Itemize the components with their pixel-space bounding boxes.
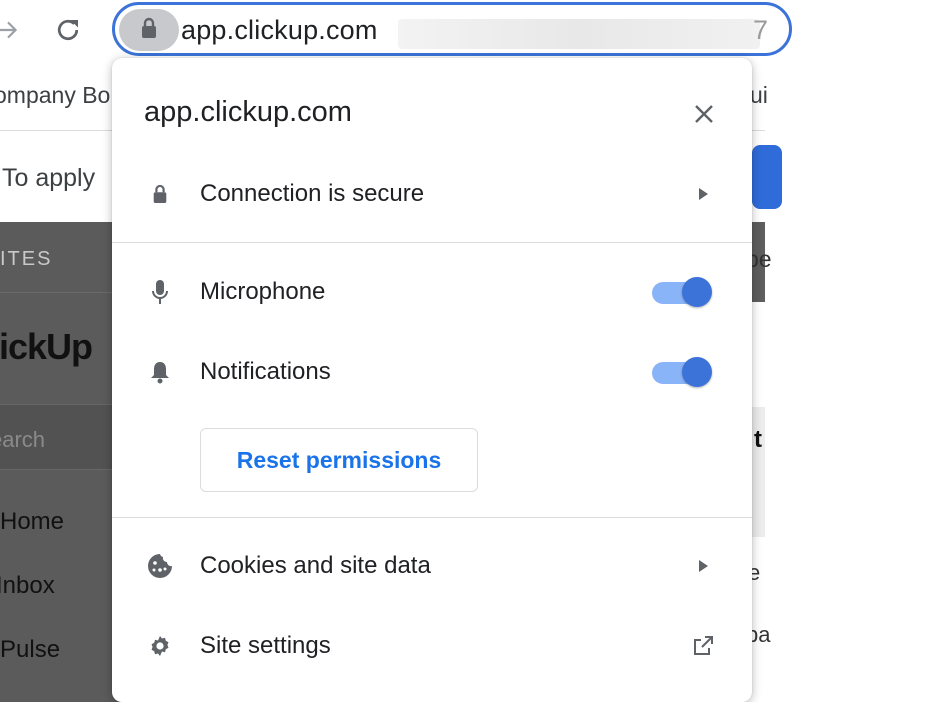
app-logo: lickUp	[0, 326, 93, 367]
site-settings-row[interactable]: Site settings	[112, 614, 752, 678]
browser-toolbar: app.clickup.com 7	[0, 0, 792, 62]
page-fragment-text: t	[754, 426, 762, 453]
bell-icon	[146, 358, 174, 386]
site-settings-label: Site settings	[200, 632, 331, 659]
cookies-label: Cookies and site data	[200, 552, 431, 579]
section-divider	[112, 517, 752, 518]
sidebar-item-inbox[interactable]: Inbox	[0, 572, 55, 600]
toggle-knob	[682, 357, 712, 387]
app-sidebar: ITES lickUp earch Home Inbox Pulse	[0, 222, 125, 702]
permission-label: Notifications	[200, 358, 331, 385]
chevron-right-icon	[694, 557, 712, 575]
bookmark-item[interactable]: ompany Bo	[0, 82, 110, 109]
reset-permissions-button[interactable]: Reset permissions	[200, 428, 478, 492]
close-button[interactable]	[686, 98, 722, 134]
microphone-icon	[146, 278, 174, 306]
chevron-right-icon	[694, 185, 712, 203]
connection-label: Connection is secure	[200, 180, 425, 207]
connection-security-row[interactable]: Connection is secure	[112, 162, 752, 226]
info-bar-text: To apply	[2, 164, 96, 192]
url-path-redacted	[398, 19, 760, 49]
section-divider	[112, 242, 752, 243]
toggle-knob	[682, 277, 712, 307]
close-icon	[694, 104, 714, 129]
bookmark-item[interactable]: ui	[750, 82, 768, 109]
open-in-new-icon	[690, 633, 716, 659]
sidebar-item-home[interactable]: Home	[0, 508, 64, 536]
url-domain: app.clickup.com	[181, 15, 378, 45]
reload-icon[interactable]	[52, 14, 84, 46]
microphone-toggle[interactable]	[652, 277, 712, 307]
address-bar[interactable]: app.clickup.com 7	[112, 2, 792, 56]
sidebar-search-input[interactable]: earch	[0, 404, 125, 470]
cookie-icon	[146, 552, 174, 580]
notifications-toggle[interactable]	[652, 357, 712, 387]
lock-icon	[146, 180, 174, 208]
cookies-row[interactable]: Cookies and site data	[112, 534, 752, 598]
forward-arrow-icon[interactable]	[0, 14, 24, 46]
info-bar-action-button[interactable]	[752, 145, 782, 209]
gear-icon	[146, 632, 174, 660]
sidebar-section-header: ITES	[0, 248, 53, 270]
search-placeholder: earch	[0, 427, 46, 452]
permission-row-notifications: Notifications	[112, 340, 752, 404]
lock-icon	[139, 17, 159, 44]
site-info-button[interactable]	[119, 9, 179, 51]
site-info-popup: app.clickup.com Connection is secure Mic…	[112, 58, 752, 702]
permission-label: Microphone	[200, 278, 326, 305]
popup-title: app.clickup.com	[144, 96, 352, 128]
permission-row-microphone: Microphone	[112, 260, 752, 324]
sidebar-divider	[0, 292, 125, 293]
url-trailing-char: 7	[753, 15, 769, 45]
sidebar-item-pulse[interactable]: Pulse	[0, 636, 60, 664]
